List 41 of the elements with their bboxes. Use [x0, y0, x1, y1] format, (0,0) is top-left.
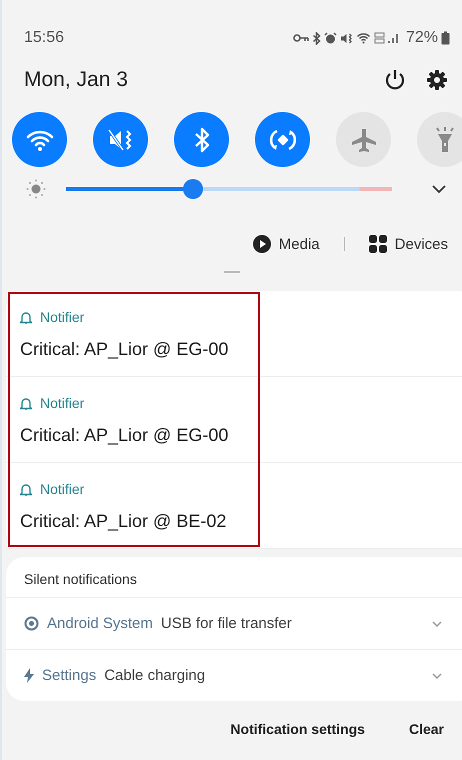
bell-icon — [20, 396, 32, 410]
footer-button[interactable]: Notification settings — [230, 721, 365, 737]
notification-app: Notifier — [40, 309, 84, 325]
bluetooth-icon — [192, 126, 210, 152]
notification-title[interactable]: Critical: AP_Lior @ EG-00 — [20, 339, 462, 360]
notification-title[interactable]: Critical: AP_Lior @ EG-00 — [20, 425, 462, 446]
battery-percent: 72% — [406, 29, 438, 47]
notification-title[interactable]: Critical: AP_Lior @ BE-02 — [20, 511, 462, 532]
android-system-icon — [24, 616, 39, 631]
signal-icon — [388, 32, 400, 44]
notification-text[interactable]: Cable charging — [104, 667, 424, 684]
slider-thumb[interactable] — [183, 179, 204, 199]
bell-icon — [20, 310, 32, 324]
power-button[interactable] — [384, 69, 406, 91]
lightning-icon — [24, 668, 34, 683]
quick-tile[interactable] — [417, 112, 462, 167]
footer-button[interactable]: Clear — [408, 721, 444, 737]
notification-app: Notifier — [40, 481, 84, 497]
status-time: 15:56 — [24, 29, 64, 47]
key-icon — [292, 33, 309, 43]
play-icon — [252, 235, 271, 253]
devices-button[interactable]: Devices — [368, 235, 448, 253]
notification-app: Settings — [42, 667, 96, 684]
settings-button[interactable] — [426, 69, 448, 91]
battery-icon — [441, 31, 450, 45]
bell-icon — [20, 482, 32, 496]
wifi-icon — [356, 32, 371, 44]
brightness-icon — [26, 179, 46, 199]
section-heading: Silent notifications — [6, 557, 462, 598]
mute-vibrate-icon — [108, 128, 134, 152]
media-button[interactable]: Media — [252, 235, 320, 253]
notification-text[interactable]: USB for file transfer — [160, 615, 424, 632]
date-label: Mon, Jan 3 — [24, 68, 129, 92]
notification-app: Notifier — [40, 395, 84, 411]
bluetooth-icon — [312, 32, 321, 44]
volte-icon — [374, 32, 385, 44]
mute-icon — [340, 32, 353, 44]
devices-grid-icon — [368, 235, 387, 253]
notification-app: Android System — [47, 615, 153, 632]
expand-icon[interactable] — [432, 184, 446, 194]
alarm-icon — [324, 32, 337, 44]
